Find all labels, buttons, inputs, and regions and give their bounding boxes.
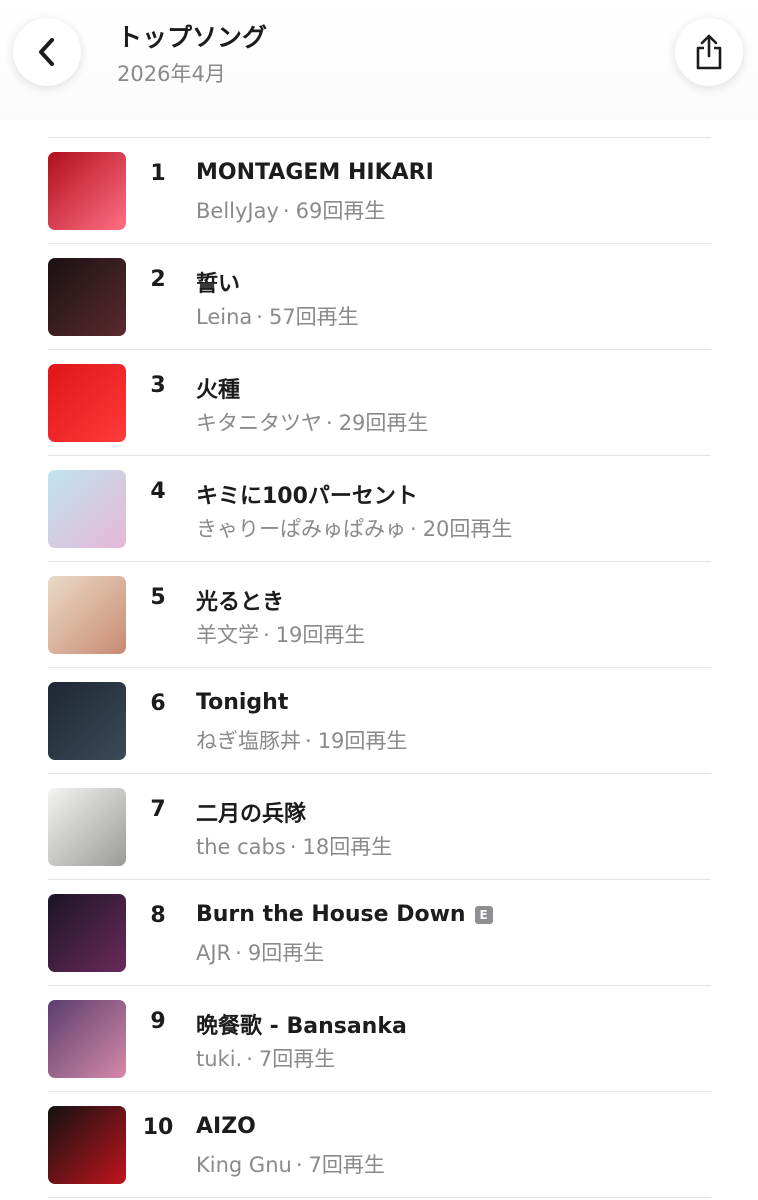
song-row[interactable]: 6 Tonight ねぎ塩豚丼 · 19回再生 — [48, 668, 711, 774]
song-rank: 7 — [150, 797, 166, 822]
song-title: 二月の兵隊 — [196, 796, 306, 828]
song-row[interactable]: 1 MONTAGEM HIKARI BellyJay · 69回再生 — [48, 138, 711, 244]
song-row[interactable]: 10 AIZO King Gnu · 7回再生 — [48, 1092, 711, 1198]
song-rank: 8 — [150, 903, 166, 928]
song-meta: BellyJay · 69回再生 — [196, 195, 385, 225]
meta-separator: · — [235, 941, 242, 965]
song-title-text: MONTAGEM HIKARI — [196, 160, 434, 185]
play-count: 19回再生 — [317, 729, 408, 753]
song-row[interactable]: 2 誓い Leina · 57回再生 — [48, 244, 711, 350]
song-title-text: 火種 — [196, 378, 241, 403]
song-list: 1 MONTAGEM HIKARI BellyJay · 69回再生 2 誓い Le… — [48, 137, 711, 1198]
meta-separator: · — [246, 1047, 253, 1071]
back-button[interactable] — [13, 18, 81, 86]
artist-name: キタニタツヤ — [196, 411, 322, 435]
song-row[interactable]: 4 キミに100パーセント きゃりーぱみゅぱみゅ · 20回再生 — [48, 456, 711, 562]
song-title: Tonight — [196, 690, 288, 715]
album-art — [48, 258, 126, 336]
meta-separator: · — [295, 1153, 303, 1177]
album-art — [48, 576, 126, 654]
song-rank: 5 — [150, 585, 166, 610]
artist-name: Leina — [196, 305, 253, 329]
song-meta: AJR · 9回再生 — [196, 937, 324, 967]
song-meta: the cabs · 18回再生 — [196, 831, 392, 861]
play-count: 69回再生 — [295, 199, 386, 223]
song-title-text: キミに100パーセント — [196, 484, 418, 509]
song-title-text: 二月の兵隊 — [196, 802, 307, 827]
song-row[interactable]: 3 火種 キタニタツヤ · 29回再生 — [48, 350, 711, 456]
album-art — [48, 682, 126, 760]
explicit-badge: E — [474, 905, 493, 924]
song-title: MONTAGEM HIKARI — [196, 160, 434, 185]
artist-name: the cabs — [196, 835, 286, 859]
song-meta: Leina · 57回再生 — [196, 301, 359, 331]
song-rank: 2 — [150, 267, 166, 292]
song-meta: 羊文学 · 19回再生 — [196, 619, 365, 649]
artist-name: tuki. — [196, 1047, 243, 1071]
meta-separator: · — [305, 729, 312, 753]
song-title-text: AIZO — [196, 1114, 256, 1139]
song-meta: King Gnu · 7回再生 — [196, 1149, 385, 1179]
play-count: 7回再生 — [308, 1153, 385, 1177]
artist-name: ねぎ塩豚丼 — [196, 729, 301, 753]
album-art — [48, 894, 126, 972]
header: トップソング 2026年4月 — [0, 0, 758, 120]
song-title-text: Tonight — [196, 690, 289, 715]
meta-separator: · — [410, 517, 417, 541]
share-button[interactable] — [675, 18, 743, 86]
artist-name: 羊文学 — [196, 623, 259, 647]
play-count: 19回再生 — [275, 623, 366, 647]
song-title-text: Burn the House Down — [196, 902, 466, 927]
meta-separator: · — [282, 199, 290, 223]
page-title: トップソング — [117, 23, 268, 52]
song-title: 光るとき — [196, 584, 284, 616]
artist-name: BellyJay — [196, 199, 279, 223]
album-art — [48, 1106, 126, 1184]
artist-name: King Gnu — [196, 1153, 292, 1177]
album-art — [48, 470, 126, 548]
song-title: 誓い — [196, 266, 240, 298]
song-row[interactable]: 8 Burn the House Down E AJR · 9回再生 — [48, 880, 711, 986]
play-count: 7回再生 — [258, 1047, 336, 1071]
song-rank: 4 — [150, 479, 166, 504]
song-rank: 6 — [150, 691, 166, 716]
play-count: 29回再生 — [338, 411, 429, 435]
song-meta: きゃりーぱみゅぱみゅ · 20回再生 — [196, 513, 512, 543]
album-art — [48, 1000, 126, 1078]
song-title: Burn the House Down E — [196, 902, 493, 927]
album-art — [48, 364, 126, 442]
song-meta: tuki. · 7回再生 — [196, 1043, 335, 1073]
song-title-text: 光るとき — [196, 590, 285, 615]
artist-name: きゃりーぱみゅぱみゅ — [196, 517, 406, 541]
page-subtitle: 2026年4月 — [117, 62, 226, 86]
play-count: 9回再生 — [247, 941, 325, 965]
song-title: 火種 — [196, 372, 240, 404]
share-icon — [696, 34, 722, 70]
meta-separator: · — [326, 411, 333, 435]
song-title-text: 晩餐歌 - Bansanka — [196, 1014, 407, 1039]
meta-separator: · — [256, 305, 263, 329]
song-title: キミに100パーセント — [196, 478, 418, 510]
song-row[interactable]: 7 二月の兵隊 the cabs · 18回再生 — [48, 774, 711, 880]
song-row[interactable]: 9 晩餐歌 - Bansanka tuki. · 7回再生 — [48, 986, 711, 1092]
song-title: AIZO — [196, 1114, 256, 1139]
song-row[interactable]: 5 光るとき 羊文学 · 19回再生 — [48, 562, 711, 668]
album-art — [48, 152, 126, 230]
play-count: 57回再生 — [268, 305, 359, 329]
song-meta: キタニタツヤ · 29回再生 — [196, 407, 428, 437]
song-rank: 3 — [150, 373, 166, 398]
chevron-left-icon — [39, 38, 54, 66]
play-count: 20回再生 — [422, 517, 513, 541]
song-rank: 9 — [150, 1009, 166, 1034]
meta-separator: · — [289, 835, 297, 859]
play-count: 18回再生 — [302, 835, 393, 859]
song-rank: 1 — [150, 161, 166, 186]
song-title: 晩餐歌 - Bansanka — [196, 1008, 407, 1040]
song-meta: ねぎ塩豚丼 · 19回再生 — [196, 725, 407, 755]
song-rank: 10 — [142, 1115, 174, 1140]
song-title-text: 誓い — [196, 272, 241, 297]
meta-separator: · — [263, 623, 270, 647]
album-art — [48, 788, 126, 866]
artist-name: AJR — [196, 941, 232, 965]
